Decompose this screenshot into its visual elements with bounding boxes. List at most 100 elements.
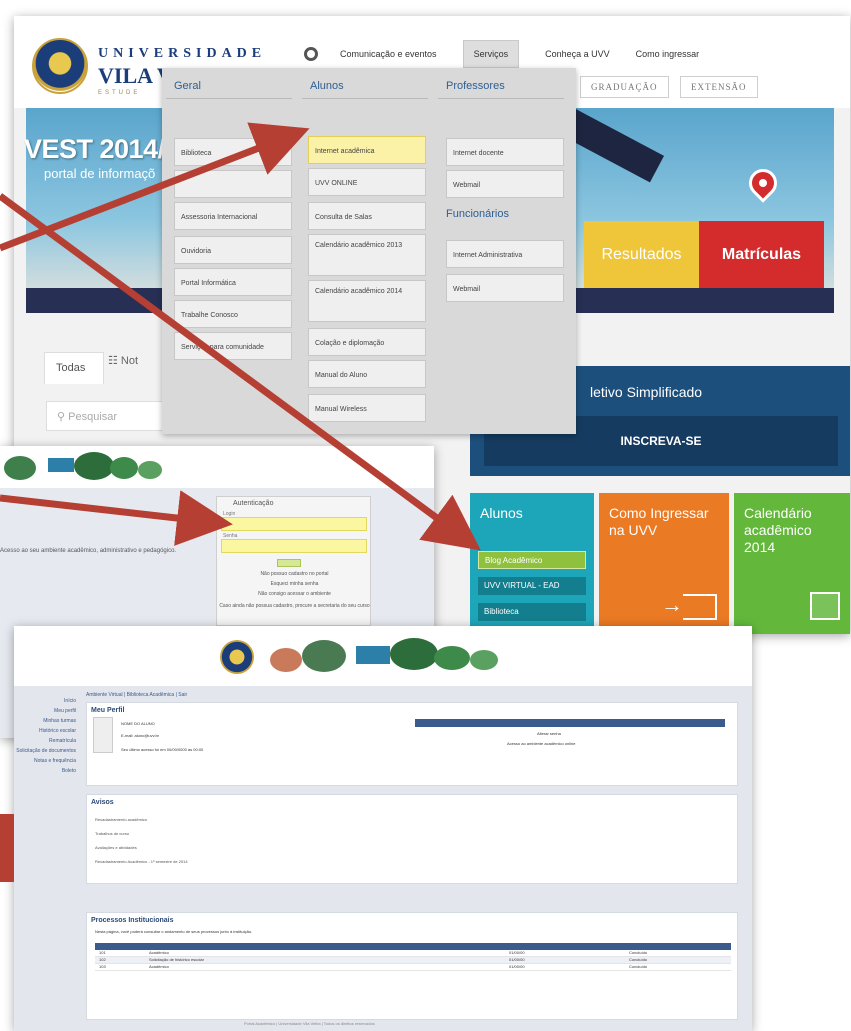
sidebar-item-historico[interactable]: Histórico escolar [14, 728, 80, 738]
profile-screenshot: Início Meu perfil Minhas turmas Históric… [14, 626, 752, 1031]
menu-item-servicos-comunidade[interactable]: Serviços para comunidade [174, 332, 292, 360]
profile-name: NOME DO ALUNO [121, 721, 155, 726]
graduacao-button[interactable]: GRADUAÇÃO [580, 76, 669, 98]
search-placeholder: Pesquisar [68, 411, 118, 423]
sidebar-item-inicio[interactable]: Início [14, 698, 80, 708]
proc-cell-id: 102 [99, 957, 106, 962]
table-row[interactable]: 103 Acadêmico 01/00/00 Concluído [95, 964, 731, 971]
menu-item-internet-administrativa[interactable]: Internet Administrativa [446, 240, 564, 268]
quick-link-ambiente[interactable]: Acesso ao ambiente acadêmico online [507, 741, 576, 746]
menu-heading-alunos: Alunos [302, 68, 428, 99]
proc-cell-subject: Acadêmico [149, 964, 169, 969]
menu-item-consulta-salas[interactable]: Consulta de Salas [308, 202, 426, 230]
banner-vest-title: VEST 2014/ [24, 134, 165, 164]
top-navigation: Comunicação e eventos Serviços Conheça a… [304, 40, 725, 68]
processos-description: Nesta página, você poderá consultar o an… [95, 929, 253, 934]
seletivo-title: letivo Simplificado [590, 384, 703, 400]
profile-email: E-mail: aluno@uvv.br [121, 733, 159, 738]
menu-item-ouvidoria[interactable]: Ouvidoria [174, 236, 292, 264]
login-link-1[interactable]: Não possuo cadastro no portal [217, 571, 372, 577]
sidebar-item-meu-perfil[interactable]: Meu perfil [14, 708, 80, 718]
avatar [93, 717, 113, 753]
login-user-field[interactable] [221, 517, 367, 531]
login-password-field[interactable] [221, 539, 367, 553]
tab-todas[interactable]: Todas [44, 352, 104, 384]
search-icon: ⚲ [57, 411, 69, 423]
alunos-tile: Alunos Blog Acadêmico UVV VIRTUAL - EAD … [470, 493, 594, 634]
nav-servicos[interactable]: Serviços [462, 40, 520, 68]
calendario-tile-title: Calendário acadêmico 2014 [744, 505, 812, 555]
menu-heading-funcionarios: Funcionários [446, 208, 509, 220]
proc-cell-date: 01/00/00 [509, 950, 525, 955]
uvv-virtual-button[interactable]: UVV VIRTUAL - EAD [478, 577, 586, 595]
menu-item-portal-informatica[interactable]: Portal Informática [174, 268, 292, 296]
menu-item-calendario-2013[interactable]: Calendário acadêmico 2013 [308, 234, 426, 276]
proc-cell-subject: Acadêmico [149, 950, 169, 955]
proc-cell-status: Concluído [629, 964, 648, 969]
sidebar-item-boleto[interactable]: Boleto [14, 768, 80, 778]
menu-item-internet-academica[interactable]: Internet acadêmica [308, 136, 426, 164]
login-intro-text: Acesso ao seu ambiente acadêmico, admini… [0, 548, 177, 554]
resultados-button[interactable]: Resultados [584, 221, 699, 288]
menu-item-manual-wireless[interactable]: Manual Wireless [308, 394, 426, 422]
blog-academico-button[interactable]: Blog Acadêmico [478, 551, 586, 569]
alunos-tile-title: Alunos [480, 505, 523, 521]
avisos-panel: Avisos Recadastramento acadêmico Trabalh… [86, 794, 738, 884]
biblioteca-button[interactable]: Biblioteca [478, 603, 586, 621]
login-link-2[interactable]: Esqueci minha senha [217, 581, 372, 587]
menu-item-trabalhe[interactable]: Trabalhe Conosco [174, 300, 292, 328]
calendar-icon [810, 592, 840, 620]
nav-comunicacao[interactable]: Comunicação e eventos [340, 49, 437, 59]
sidebar-item-turmas[interactable]: Minhas turmas [14, 718, 80, 728]
login-link-4[interactable]: Caso ainda não possua cadastro, procure … [217, 603, 372, 609]
aviso-row[interactable]: Avaliações e atividades [95, 845, 137, 850]
menu-heading-geral: Geral [166, 68, 292, 99]
quick-link-alterar-senha[interactable]: Alterar senha [537, 731, 561, 736]
aviso-row[interactable]: Recadastramento Acadêmico - 1º semestre … [95, 859, 188, 864]
nav-conheca[interactable]: Conheça a UVV [545, 49, 610, 59]
profile-sidebar: Início Meu perfil Minhas turmas Históric… [14, 686, 80, 826]
profile-toolbar[interactable]: Ambiente Virtual | Biblioteca Acadêmica … [86, 692, 187, 698]
table-row[interactable]: 101 Acadêmico 01/00/00 Concluído [95, 950, 731, 957]
proc-cell-status: Concluído [629, 957, 648, 962]
proc-cell-subject: Solicitação de histórico escolar [149, 957, 204, 962]
como-ingressar-tile[interactable]: Como Ingressar na UVV [599, 493, 729, 634]
servicos-mega-menu: Geral Biblioteca Assessoria Internaciona… [162, 68, 576, 434]
menu-heading-professores: Professores [438, 68, 564, 99]
menu-item-uvv-online[interactable]: UVV ONLINE [308, 168, 426, 196]
proc-cell-id: 103 [99, 964, 106, 969]
sidebar-item-notas[interactable]: Notas e frequência [14, 758, 80, 768]
home-icon[interactable] [304, 47, 318, 61]
processos-table: 101 Acadêmico 01/00/00 Concluído 102 Sol… [95, 943, 731, 971]
sidebar-item-documentos[interactable]: Solicitação de documentos [14, 748, 80, 758]
sidebar-item-rematricula[interactable]: Rematrícula [14, 738, 80, 748]
aviso-row[interactable]: Recadastramento acadêmico [95, 817, 147, 822]
list-icon: ☷ [108, 355, 121, 367]
processos-table-header [95, 943, 731, 950]
menu-item-webmail-prof[interactable]: Webmail [446, 170, 564, 198]
menu-item-manual-aluno[interactable]: Manual do Aluno [308, 360, 426, 388]
login-link-3[interactable]: Não consigo acessar o ambiente [217, 591, 372, 597]
menu-item-webmail-func[interactable]: Webmail [446, 274, 564, 302]
menu-col-professores: Professores [438, 68, 564, 99]
calendario-tile[interactable]: Calendário acadêmico 2014 [734, 493, 850, 634]
menu-item-biblioteca[interactable]: Biblioteca [174, 138, 292, 166]
menu-item-geral-2[interactable] [174, 170, 292, 198]
nav-como-ingressar[interactable]: Como ingressar [636, 49, 700, 59]
proc-cell-status: Concluído [629, 950, 648, 955]
menu-item-calendario-2014[interactable]: Calendário acadêmico 2014 [308, 280, 426, 322]
extensao-button[interactable]: EXTENSÃO [680, 76, 758, 98]
university-logo-icon[interactable] [32, 38, 88, 94]
tab-noticias[interactable]: ☷ Not [108, 354, 138, 367]
table-row[interactable]: 102 Solicitação de histórico escolar 01/… [95, 957, 731, 964]
proc-cell-date: 01/00/00 [509, 964, 525, 969]
login-submit-button[interactable] [277, 559, 301, 567]
aviso-row[interactable]: Trabalhos de curso [95, 831, 129, 836]
matriculas-button[interactable]: Matrículas [699, 221, 824, 288]
menu-item-internet-docente[interactable]: Internet docente [446, 138, 564, 166]
news-tabs: Todas ☷ Not ⚲ Pesquisar [28, 338, 196, 440]
menu-item-assessoria[interactable]: Assessoria Internacional [174, 202, 292, 230]
menu-col-geral: Geral [166, 68, 292, 99]
processos-panel: Processos Institucionais Nesta página, v… [86, 912, 738, 1020]
menu-item-colacao[interactable]: Colação e diplomação [308, 328, 426, 356]
